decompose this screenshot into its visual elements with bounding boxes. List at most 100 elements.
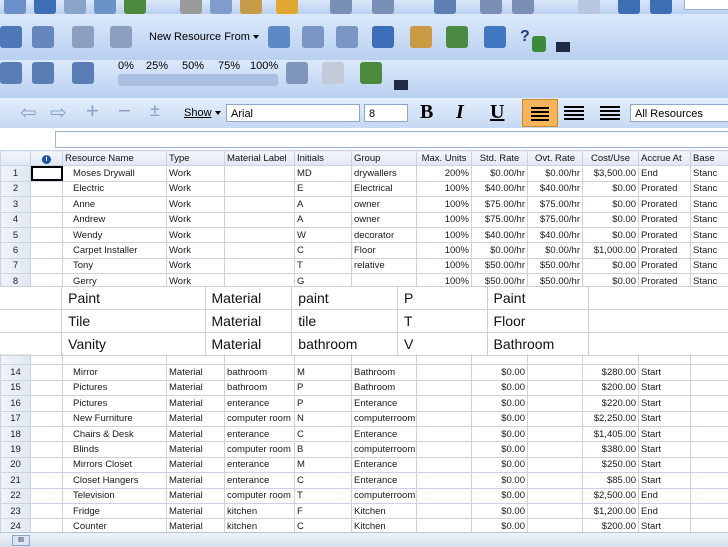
indicator-cell[interactable] <box>31 473 63 488</box>
table-cell[interactable] <box>225 243 295 258</box>
row-number[interactable]: 18 <box>1 426 31 441</box>
table-cell[interactable] <box>691 473 728 488</box>
table-cell[interactable] <box>528 365 583 380</box>
table-cell[interactable]: $0.00/hr <box>528 166 583 181</box>
align-center-icon[interactable] <box>564 106 584 108</box>
table-cell[interactable]: bathroom <box>225 365 295 380</box>
table-cell[interactable] <box>225 181 295 196</box>
table-cell[interactable] <box>417 503 472 518</box>
table-row[interactable]: 3AnneWorkAowner100%$75.00/hr$75.00/hr$0.… <box>1 197 728 212</box>
table-cell[interactable]: Chairs & Desk <box>63 426 167 441</box>
table-cell[interactable]: Floor <box>352 243 417 258</box>
table-cell[interactable]: $75.00/hr <box>528 212 583 227</box>
minus-icon[interactable]: − <box>118 98 131 124</box>
row-number[interactable]: 3 <box>1 197 31 212</box>
table-cell[interactable] <box>528 426 583 441</box>
column-header[interactable]: Resource Name <box>63 151 167 166</box>
table-cell[interactable]: Carpet Installer <box>63 243 167 258</box>
table-cell[interactable]: $200.00 <box>583 380 639 395</box>
team-icon[interactable] <box>446 26 468 48</box>
table-cell[interactable]: Fridge <box>63 503 167 518</box>
table-cell[interactable]: Work <box>167 258 225 273</box>
table-cell[interactable]: Material <box>167 442 225 457</box>
table-cell[interactable] <box>528 396 583 411</box>
indicator-cell[interactable] <box>31 442 63 457</box>
table-cell[interactable] <box>691 442 728 457</box>
percent-100-button[interactable]: 100% <box>250 60 278 72</box>
table-cell[interactable]: Stanc <box>691 197 728 212</box>
table-cell[interactable]: computerroom <box>352 411 417 426</box>
table-cell[interactable]: enterance <box>225 396 295 411</box>
table-cell[interactable] <box>691 457 728 472</box>
column-header[interactable]: Ovt. Rate <box>528 151 583 166</box>
row-number[interactable]: 4 <box>1 212 31 227</box>
table-cell[interactable]: Stanc <box>691 181 728 196</box>
spelling-icon[interactable] <box>124 0 146 14</box>
table-cell[interactable]: Prorated <box>639 181 691 196</box>
italic-button[interactable]: I <box>456 101 464 124</box>
column-header[interactable]: Initials <box>295 151 352 166</box>
table-row[interactable]: 23FridgeMaterialkitchenFKitchen$0.00$1,2… <box>1 503 728 518</box>
row-number[interactable]: 20 <box>1 457 31 472</box>
indicator-cell[interactable] <box>31 166 63 181</box>
table-cell[interactable]: Stanc <box>691 166 728 181</box>
indicator-cell[interactable] <box>31 411 63 426</box>
table-cell[interactable] <box>528 473 583 488</box>
table-row[interactable]: 4AndrewWorkAowner100%$75.00/hr$75.00/hr$… <box>1 212 728 227</box>
table-cell[interactable]: $0.00 <box>472 365 528 380</box>
table-cell[interactable]: Closet Hangers <box>63 473 167 488</box>
update-icon[interactable] <box>72 62 94 84</box>
table-cell[interactable]: $0.00/hr <box>528 243 583 258</box>
table-row[interactable]: 15PicturesMaterialbathroomPBathroom$0.00… <box>1 380 728 395</box>
table-cell[interactable]: $40.00/hr <box>472 181 528 196</box>
scrollbar-thumb[interactable]: III <box>12 535 30 546</box>
table-cell[interactable]: $0.00 <box>583 181 639 196</box>
table-cell[interactable]: $0.00 <box>472 426 528 441</box>
table-cell[interactable]: relative <box>352 258 417 273</box>
table-cell[interactable]: Electrical <box>352 181 417 196</box>
plus-icon[interactable]: + <box>86 98 99 124</box>
table-row[interactable]: 7TonyWorkTrelative100%$50.00/hr$50.00/hr… <box>1 258 728 273</box>
help-icon[interactable]: ? <box>520 28 530 46</box>
table-cell[interactable]: Stanc <box>691 258 728 273</box>
group-combo[interactable] <box>684 0 728 10</box>
table-cell[interactable]: Television <box>63 488 167 503</box>
percent-25-button[interactable]: 25% <box>146 60 168 72</box>
indicator-cell[interactable] <box>31 426 63 441</box>
table-row[interactable]: 22TelevisionMaterialcomputer roomTcomput… <box>1 488 728 503</box>
table-cell[interactable]: $50.00/hr <box>528 258 583 273</box>
address-book-icon[interactable] <box>372 26 394 48</box>
indicator-cell[interactable] <box>31 181 63 196</box>
toolbar-options-icon[interactable] <box>556 42 570 52</box>
table-cell[interactable]: computer room <box>225 442 295 457</box>
task-info-icon[interactable] <box>578 0 600 14</box>
paste-icon[interactable] <box>240 0 262 14</box>
table-cell[interactable]: $0.00 <box>583 197 639 212</box>
show-subtasks-icon[interactable]: ± <box>150 100 160 121</box>
table-cell[interactable]: Anne <box>63 197 167 212</box>
table-cell[interactable]: End <box>639 166 691 181</box>
table-cell[interactable]: Start <box>639 457 691 472</box>
table-cell[interactable] <box>691 503 728 518</box>
table-cell[interactable]: C <box>295 243 352 258</box>
table-cell[interactable]: Enterance <box>352 457 417 472</box>
table-cell[interactable]: New Furniture <box>63 411 167 426</box>
indicator-cell[interactable] <box>31 227 63 242</box>
arrow-right-icon[interactable]: ⇨ <box>50 100 67 125</box>
table-cell[interactable]: Start <box>639 473 691 488</box>
column-header[interactable]: Max. Units <box>417 151 472 166</box>
toolbar-options-icon-2[interactable] <box>394 80 408 90</box>
table-cell[interactable]: $40.00/hr <box>528 181 583 196</box>
table-cell[interactable]: Pictures <box>63 396 167 411</box>
table-row[interactable]: 18Chairs & DeskMaterialenteranceCEnteran… <box>1 426 728 441</box>
table-cell[interactable]: Work <box>167 227 225 242</box>
table-cell[interactable]: Enterance <box>352 426 417 441</box>
row-number[interactable]: 7 <box>1 258 31 273</box>
table-cell[interactable]: E <box>295 181 352 196</box>
indicator-cell[interactable] <box>31 396 63 411</box>
link-icon[interactable] <box>434 0 456 14</box>
table-cell[interactable] <box>528 488 583 503</box>
column-header[interactable]: Base <box>691 151 728 166</box>
resource-usage-icon[interactable] <box>110 26 132 48</box>
table-cell[interactable]: computerroom <box>352 488 417 503</box>
